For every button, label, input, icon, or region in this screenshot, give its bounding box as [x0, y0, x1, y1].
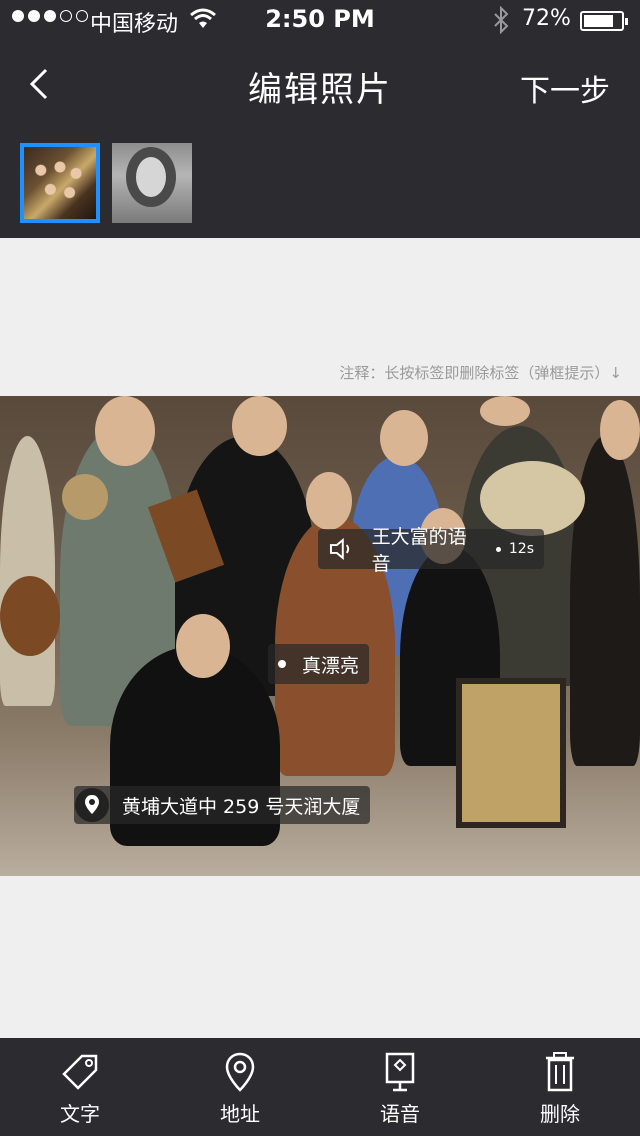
photo-thumbnail-strip — [0, 128, 640, 238]
add-voice-tag-button[interactable]: 语音 — [320, 1038, 480, 1136]
tag-pin-icon — [278, 660, 286, 668]
edited-photo[interactable]: 王大富的语音 12s 真漂亮 黄埔大道中 259 号天润大厦 — [0, 396, 640, 876]
delete-button[interactable]: 删除 — [480, 1038, 640, 1136]
text-tool-label: 文字 — [60, 1102, 100, 1126]
photo-thumbnail-selected[interactable] — [20, 143, 100, 223]
location-pin-icon — [75, 788, 109, 822]
voice-tag-label: 王大富的语音 — [371, 526, 467, 575]
photo-thumbnail[interactable] — [112, 143, 192, 223]
voice-tag[interactable]: 王大富的语音 12s — [318, 526, 544, 575]
speaker-icon — [329, 538, 350, 560]
add-text-tag-button[interactable]: 文字 — [0, 1038, 160, 1136]
delete-tool-label: 删除 — [540, 1102, 580, 1126]
add-address-tag-button[interactable]: 地址 — [160, 1038, 320, 1136]
bluetooth-icon — [494, 6, 509, 34]
text-tag-label: 真漂亮 — [302, 654, 360, 677]
hint-note: 注释：长按标签即删除标签（弹框提示）↓ — [339, 364, 622, 382]
voice-tool-label: 语音 — [380, 1102, 420, 1126]
navigation-bar: 编辑照片 下一步 — [0, 40, 640, 128]
next-step-button[interactable]: 下一步 — [520, 66, 610, 110]
battery-percentage: 72% — [522, 6, 571, 31]
location-pin-icon — [225, 1052, 255, 1092]
trash-icon — [546, 1052, 574, 1092]
address-tool-label: 地址 — [220, 1102, 260, 1126]
tag-icon — [62, 1054, 98, 1090]
battery-icon — [580, 11, 628, 31]
microphone-icon — [385, 1052, 415, 1092]
status-bar: 中国移动 2:50 PM 72% — [0, 0, 640, 40]
location-tag-label: 黄埔大道中 259 号天润大厦 — [122, 795, 361, 818]
text-tag[interactable]: 真漂亮 — [268, 644, 370, 684]
location-tag[interactable]: 黄埔大道中 259 号天润大厦 — [74, 786, 371, 824]
bottom-toolbar: 文字 地址 语音 删除 — [0, 1038, 640, 1136]
voice-tag-duration: 12s — [508, 541, 534, 557]
